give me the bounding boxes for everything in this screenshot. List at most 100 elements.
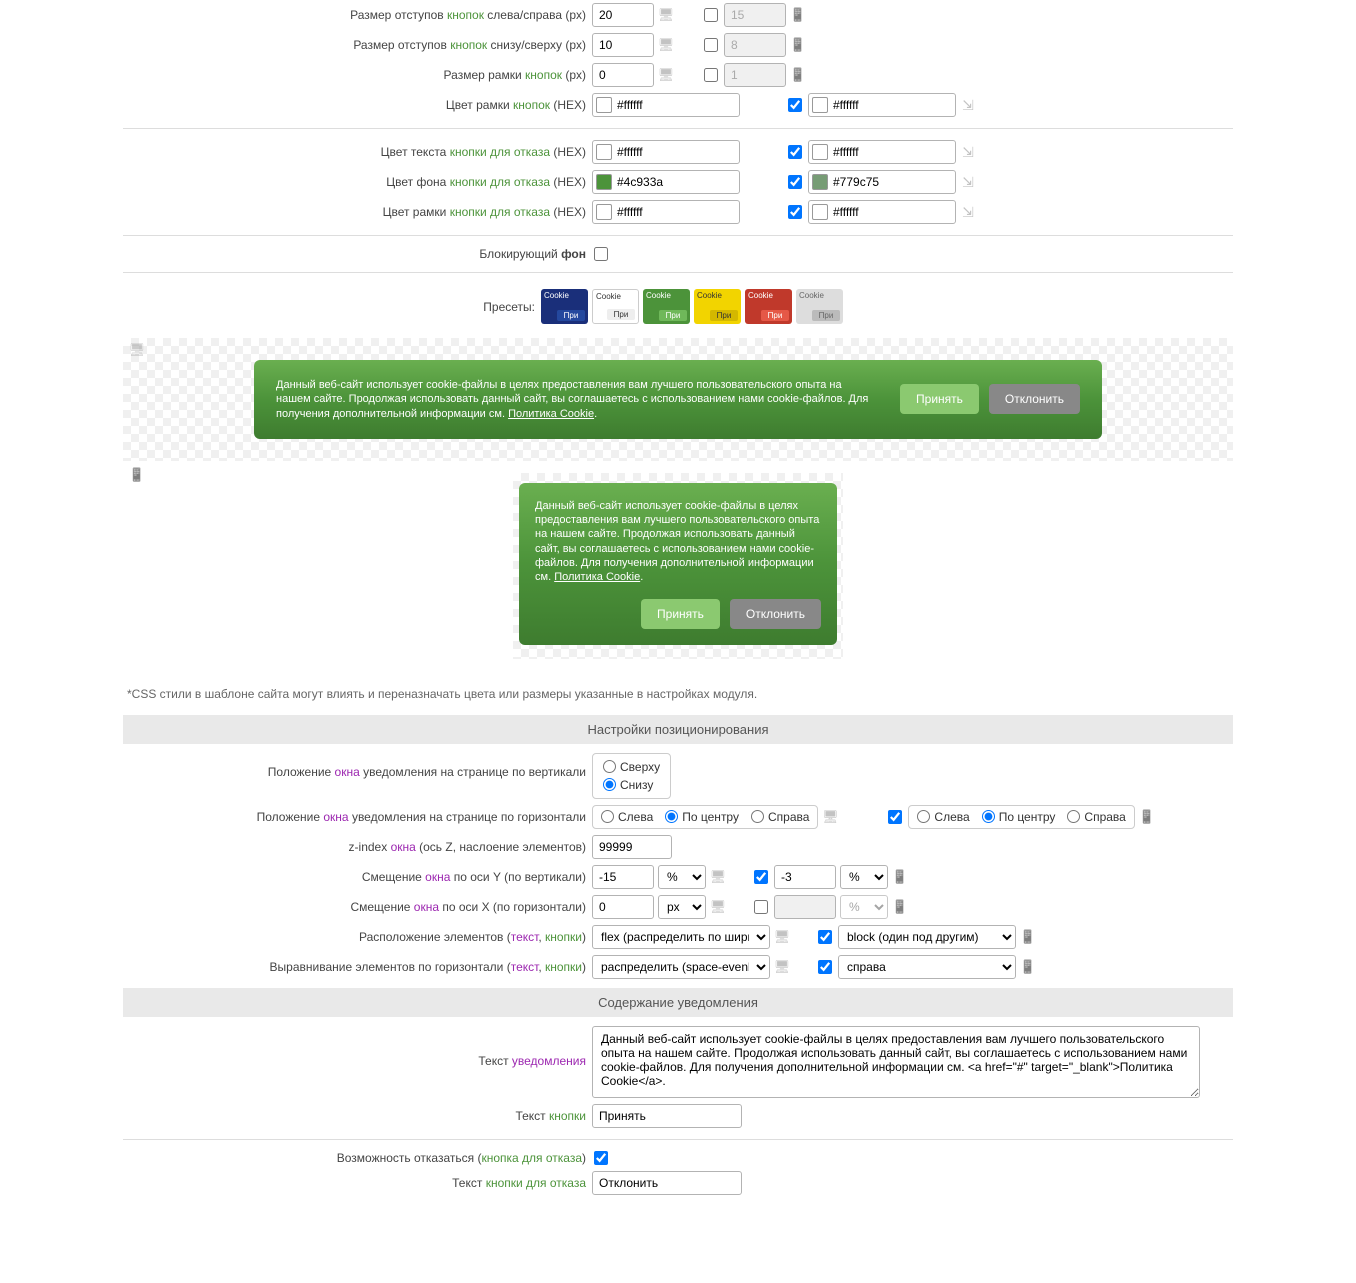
- radio-left-mobile[interactable]: [917, 810, 930, 823]
- checkbox-offset-y-mobile[interactable]: [754, 870, 768, 884]
- radio-center-mobile[interactable]: [982, 810, 995, 823]
- input-decline-bg[interactable]: [592, 170, 740, 194]
- label-padding-lr: Размер отступов кнопок слева/справа (px): [123, 8, 592, 22]
- swatch-decline-border: [596, 204, 612, 220]
- monitor-icon: [774, 929, 790, 945]
- select-offset-y-unit-mobile[interactable]: %: [840, 865, 888, 889]
- preset-6[interactable]: CookieПри: [796, 289, 843, 324]
- cookie-banner-desktop: Данный веб-сайт использует cookie-файлы …: [254, 360, 1102, 439]
- checkbox-blocking-bg[interactable]: [594, 247, 608, 261]
- copy-icon[interactable]: ⇲: [960, 97, 976, 113]
- input-decline-text-mobile[interactable]: [808, 140, 956, 164]
- monitor-icon: [710, 869, 726, 885]
- checkbox-padding-lr-mobile[interactable]: [704, 8, 718, 22]
- copy-icon[interactable]: ⇲: [960, 204, 976, 220]
- select-layout[interactable]: flex (распределить по ширине): [592, 925, 770, 949]
- checkbox-decline-bg-mobile[interactable]: [788, 175, 802, 189]
- preset-3[interactable]: CookieПри: [643, 289, 690, 324]
- radio-center[interactable]: [665, 810, 678, 823]
- input-border-color-mobile[interactable]: [808, 93, 956, 117]
- cookie-banner-mobile: Данный веб-сайт использует cookie-файлы …: [519, 483, 837, 645]
- checkbox-hpos-mobile[interactable]: [888, 810, 902, 824]
- copy-icon[interactable]: ⇲: [960, 174, 976, 190]
- row-decline-button-text: Текст кнопки для отказа: [123, 1168, 1233, 1198]
- input-border-color[interactable]: [592, 93, 740, 117]
- select-offset-x-unit[interactable]: px: [658, 895, 706, 919]
- checkbox-padding-tb-mobile[interactable]: [704, 38, 718, 52]
- input-offset-x[interactable]: [592, 895, 654, 919]
- select-offset-x-unit-mobile: %: [840, 895, 888, 919]
- row-presets: Пресеты: CookieПри CookieПри CookieПри C…: [123, 281, 1233, 332]
- input-decline-border[interactable]: [592, 200, 740, 224]
- swatch-decline-bg-mobile: [812, 174, 828, 190]
- label-decline-option: Возможность отказаться (кнопка для отказ…: [123, 1151, 592, 1165]
- label-zindex: z-index окна (ось Z, наслоение элементов…: [123, 840, 592, 854]
- radio-right[interactable]: [751, 810, 764, 823]
- cookie-policy-link[interactable]: Политика Cookie: [508, 408, 594, 420]
- preset-1[interactable]: CookieПри: [541, 289, 588, 324]
- copy-icon[interactable]: ⇲: [960, 144, 976, 160]
- cookie-text-mobile: Данный веб-сайт использует cookie-файлы …: [535, 499, 821, 585]
- input-offset-y[interactable]: [592, 865, 654, 889]
- textarea-notification-text[interactable]: [592, 1026, 1200, 1098]
- accept-button-mobile[interactable]: Принять: [641, 599, 720, 629]
- section-positioning: Настройки позиционирования: [123, 715, 1233, 744]
- select-align-mobile[interactable]: справа: [838, 955, 1016, 979]
- mobile-icon: [1020, 959, 1036, 975]
- input-border-size[interactable]: [592, 63, 654, 87]
- radio-top[interactable]: [603, 760, 616, 773]
- checkbox-decline-border-mobile[interactable]: [788, 205, 802, 219]
- input-padding-lr[interactable]: [592, 3, 654, 27]
- row-button-text: Текст кнопки: [123, 1101, 1233, 1131]
- checkbox-border-size-mobile[interactable]: [704, 68, 718, 82]
- label-notification-text: Текст уведомления: [123, 1026, 592, 1068]
- swatch-decline-border-mobile: [812, 204, 828, 220]
- decline-button[interactable]: Отклонить: [989, 384, 1080, 414]
- preset-4[interactable]: CookieПри: [694, 289, 741, 324]
- mobile-icon: [1139, 809, 1155, 825]
- input-offset-y-mobile[interactable]: [774, 865, 836, 889]
- label-pos-vertical: Положение окна уведомления на странице п…: [123, 753, 592, 779]
- checkbox-layout-mobile[interactable]: [818, 930, 832, 944]
- input-border-size-mobile: [724, 63, 786, 87]
- mobile-icon: [892, 899, 908, 915]
- checkbox-decline-option[interactable]: [594, 1151, 608, 1165]
- label-padding-tb: Размер отступов кнопок снизу/сверху (px): [123, 38, 592, 52]
- row-pos-horizontal: Положение окна уведомления на странице п…: [123, 802, 1233, 832]
- label-decline-text: Цвет текста кнопки для отказа (HEX): [123, 145, 592, 159]
- row-notification-text: Текст уведомления: [123, 1023, 1233, 1101]
- checkbox-align-mobile[interactable]: [818, 960, 832, 974]
- radio-group-vertical: Сверху Снизу: [592, 753, 671, 799]
- input-decline-text[interactable]: [592, 140, 740, 164]
- checkbox-border-color-mobile[interactable]: [788, 98, 802, 112]
- radio-left[interactable]: [601, 810, 614, 823]
- select-layout-mobile[interactable]: block (один под другим): [838, 925, 1016, 949]
- select-align[interactable]: распределить (space-evenly): [592, 955, 770, 979]
- label-decline-button-text: Текст кнопки для отказа: [123, 1176, 592, 1190]
- checkbox-offset-x-mobile[interactable]: [754, 900, 768, 914]
- input-zindex[interactable]: [592, 835, 672, 859]
- input-button-text[interactable]: [592, 1104, 742, 1128]
- row-border-size: Размер рамки кнопок (px): [123, 60, 1233, 90]
- decline-button-mobile[interactable]: Отклонить: [730, 599, 821, 629]
- input-decline-button-text[interactable]: [592, 1171, 742, 1195]
- radio-right-mobile[interactable]: [1067, 810, 1080, 823]
- monitor-icon: [129, 342, 145, 358]
- preset-5[interactable]: CookieПри: [745, 289, 792, 324]
- swatch-decline-bg: [596, 174, 612, 190]
- input-decline-bg-mobile[interactable]: [808, 170, 956, 194]
- input-padding-tb[interactable]: [592, 33, 654, 57]
- checkbox-decline-text-mobile[interactable]: [788, 145, 802, 159]
- cookie-policy-link-mobile[interactable]: Политика Cookie: [554, 571, 640, 583]
- radio-bottom[interactable]: [603, 778, 616, 791]
- preset-2[interactable]: CookieПри: [592, 289, 639, 324]
- select-offset-y-unit[interactable]: %: [658, 865, 706, 889]
- row-border-color: Цвет рамки кнопок (HEX) ⇲: [123, 90, 1233, 120]
- row-blocking-bg: Блокирующий фон: [123, 244, 1233, 264]
- input-offset-x-mobile: [774, 895, 836, 919]
- css-note: *CSS стили в шаблоне сайта могут влиять …: [123, 679, 1233, 709]
- accept-button[interactable]: Принять: [900, 384, 979, 414]
- input-decline-border-mobile[interactable]: [808, 200, 956, 224]
- label-border-color: Цвет рамки кнопок (HEX): [123, 98, 592, 112]
- row-decline-bg: Цвет фона кнопки для отказа (HEX) ⇲: [123, 167, 1233, 197]
